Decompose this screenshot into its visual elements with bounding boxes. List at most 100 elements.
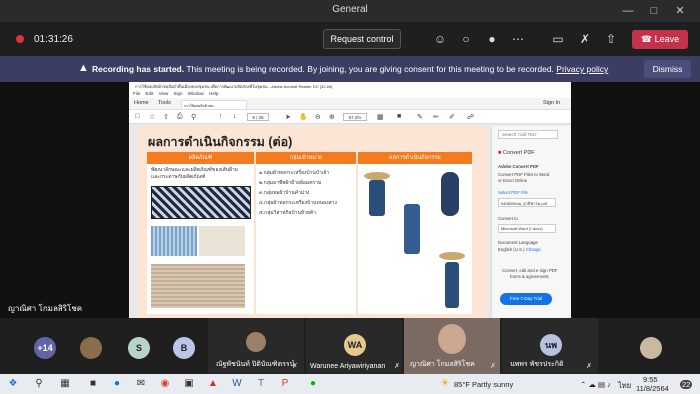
menu-file[interactable]: File xyxy=(133,91,140,96)
windows-start-icon[interactable]: ❖ xyxy=(6,377,20,391)
participant-bubble-s[interactable]: S xyxy=(128,337,150,359)
select-file-label[interactable]: Select PDF File xyxy=(498,190,528,195)
dress-figure xyxy=(445,262,459,308)
notification-badge[interactable]: 22 xyxy=(680,380,693,389)
dress-figure xyxy=(369,180,385,216)
window-title-bar: General — □ ✕ xyxy=(0,0,700,22)
convert-to-label: Convert to xyxy=(498,216,518,221)
acrobat-toolbar: □ ☆ ⇧ ⎙ ⚲ ↑ ↓ 9 / 26 ➤ ✋ ⊖ ⊕ 67.2% ▦ ■ ✎… xyxy=(129,110,571,124)
clock-date[interactable]: 11/8/2564 xyxy=(636,384,669,393)
mail-icon[interactable]: ✉ xyxy=(134,377,148,391)
dismiss-button[interactable]: Dismiss xyxy=(644,60,691,78)
acrobat-menu-bar: File Edit View Sign Window Help xyxy=(129,90,571,98)
camera-off-icon[interactable]: ▭ xyxy=(551,32,565,46)
participant-tile-active[interactable]: ญาณิศา โกมลสิริโชค ✗ xyxy=(404,318,500,374)
hand-tool-icon[interactable]: ✋ xyxy=(299,113,308,121)
search-icon[interactable]: ⚲ xyxy=(32,377,46,391)
upload-icon[interactable]: ⇧ xyxy=(163,113,169,121)
mic-off-icon[interactable]: ✗ xyxy=(578,32,592,46)
product-line-2: และกระดาษกับผลิตภัณฑ์ xyxy=(151,174,206,180)
column-header-target: กลุ่มเป้าหมาย xyxy=(256,152,356,164)
word-icon[interactable]: W xyxy=(230,377,244,391)
tab-tools[interactable]: Tools xyxy=(158,100,171,106)
line-icon[interactable]: ● xyxy=(306,377,320,391)
participant-name: นพพร พัชรประกิติ xyxy=(510,361,564,368)
teams-icon[interactable]: T xyxy=(254,377,268,391)
tray-icons[interactable]: ⌃ ☁ ▤ ♪ xyxy=(580,380,611,389)
input-language[interactable]: ไทย xyxy=(618,380,631,392)
paper-fabric-image xyxy=(151,264,245,308)
request-control-button[interactable]: Request control xyxy=(323,29,401,49)
woven-fabric-image xyxy=(151,186,251,219)
select-cursor-icon[interactable]: ➤ xyxy=(285,113,291,121)
print-icon[interactable]: ⎙ xyxy=(177,113,183,121)
chat-icon[interactable]: ○ xyxy=(459,32,473,46)
zoom-out-icon[interactable]: ⊖ xyxy=(315,113,321,121)
participant-tile-4[interactable]: นพ นพพร พัชรประกิติ ✗ xyxy=(502,318,598,374)
convert-pdf-header[interactable]: ■ Convert PDF xyxy=(498,150,535,156)
acrobat-window: การใช้ผลผลิตผ้าทอมือผ้าพื้นเมืองของชุมชน… xyxy=(129,82,571,318)
selected-file-field[interactable]: 64080964a_ยุวดีฟารม.pdf xyxy=(498,198,556,207)
save-icon[interactable]: □ xyxy=(135,113,139,120)
leave-label: Leave xyxy=(654,34,680,44)
pdf-page: ผลการดำเนินกิจกรรม (ต่อ) ผลิตภัณฑ์ กลุ่ม… xyxy=(137,126,487,318)
menu-view[interactable]: View xyxy=(159,91,169,96)
acrobat-icon[interactable]: ▲ xyxy=(206,377,220,391)
product-text: พัฒนาลักษณะและผลิตภัณฑ์ของเส้นฝ้าย และกร… xyxy=(147,164,254,184)
privacy-policy-link[interactable]: Privacy policy xyxy=(556,64,608,74)
participant-tile-1[interactable]: ณัฐพัชนันท์ ปิติบัณฑิตรรน์ ✗ xyxy=(208,318,304,374)
taskbar: ❖ ⚲ ▦ ■ ● ✉ ◉ ▣ ▲ W T P ● ☀ 85°F Partly … xyxy=(0,374,700,394)
zoom-level[interactable]: 67.2% xyxy=(343,113,367,121)
format-select[interactable]: Microsoft Word (*.docx) xyxy=(498,224,556,233)
zoom-search-icon[interactable]: ⚲ xyxy=(191,113,196,121)
sign-in-link[interactable]: Sign In xyxy=(543,100,560,106)
share-icon[interactable]: ☍ xyxy=(467,113,474,121)
free-trial-button[interactable]: Free 7-Day Trial xyxy=(500,293,552,305)
reactions-icon[interactable]: ● xyxy=(485,32,499,46)
participant-avatar[interactable] xyxy=(640,337,662,359)
comment-icon[interactable]: ■ xyxy=(397,113,401,120)
file-explorer-icon[interactable]: ■ xyxy=(86,377,100,391)
minimize-icon[interactable]: — xyxy=(620,3,636,19)
leave-button[interactable]: ☎ Leave xyxy=(632,30,688,49)
draw-icon[interactable]: ✏ xyxy=(433,113,439,121)
more-options-icon[interactable]: ⋯ xyxy=(511,32,525,46)
menu-window[interactable]: Window xyxy=(188,91,204,96)
mannequin-photo-1 xyxy=(362,170,392,230)
page-down-icon[interactable]: ↓ xyxy=(233,113,237,120)
edge-icon[interactable]: ● xyxy=(110,377,124,391)
fill-sign-icon[interactable]: ✐ xyxy=(449,113,455,121)
bookmark-star-icon[interactable]: ☆ xyxy=(149,113,155,121)
mic-muted-icon: ✗ xyxy=(490,363,496,370)
store-icon[interactable]: ▣ xyxy=(182,377,196,391)
target-item-1: ๑.กลุ่มผ้าทอกระเหรี่ยงบ้านบ้าเจ้า xyxy=(259,170,330,176)
maximize-icon[interactable]: □ xyxy=(646,3,662,19)
weather-text[interactable]: 85°F Partly sunny xyxy=(454,380,513,389)
page-up-icon[interactable]: ↑ xyxy=(219,113,223,120)
chrome-icon[interactable]: ◉ xyxy=(158,377,172,391)
product-line-1: พัฒนาลักษณะและผลิตภัณฑ์ของเส้นฝ้าย xyxy=(151,167,238,173)
powerpoint-icon[interactable]: P xyxy=(278,377,292,391)
tools-search-input[interactable]: Search 'Add Text' xyxy=(498,130,558,139)
zoom-in-icon[interactable]: ⊕ xyxy=(329,113,335,121)
page-indicator[interactable]: 9 / 26 xyxy=(247,113,269,121)
clock-time[interactable]: 9:55 xyxy=(643,375,658,384)
fit-page-icon[interactable]: ▦ xyxy=(377,113,384,121)
participant-tile-2[interactable]: WA Warunee Ariyawiriyanan ✗ xyxy=(306,318,402,374)
close-icon[interactable]: ✕ xyxy=(672,3,688,19)
participants-icon[interactable]: ☺ xyxy=(433,32,447,46)
share-screen-icon[interactable]: ⇧ xyxy=(604,32,618,46)
participant-strip: +14 S B ณัฐพัชนันท์ ปิติบัณฑิตรรน์ ✗ WA … xyxy=(0,318,700,374)
menu-help[interactable]: Help xyxy=(209,91,218,96)
menu-edit[interactable]: Edit xyxy=(146,91,154,96)
participant-bubble-b[interactable]: B xyxy=(173,337,195,359)
overflow-participants-badge[interactable]: +14 xyxy=(34,337,56,359)
tab-home[interactable]: Home xyxy=(134,100,149,106)
menu-sign[interactable]: Sign xyxy=(174,91,183,96)
acrobat-tab-bar: Home Tools การใช้ผลผลิตผ้าทอ... Sign In xyxy=(129,98,571,110)
tab-document[interactable]: การใช้ผลผลิตผ้าทอ... xyxy=(181,100,247,110)
highlight-icon[interactable]: ✎ xyxy=(417,113,423,121)
change-language-link[interactable]: Change xyxy=(526,247,541,252)
task-view-icon[interactable]: ▦ xyxy=(58,377,72,391)
participant-avatar[interactable] xyxy=(80,337,102,359)
